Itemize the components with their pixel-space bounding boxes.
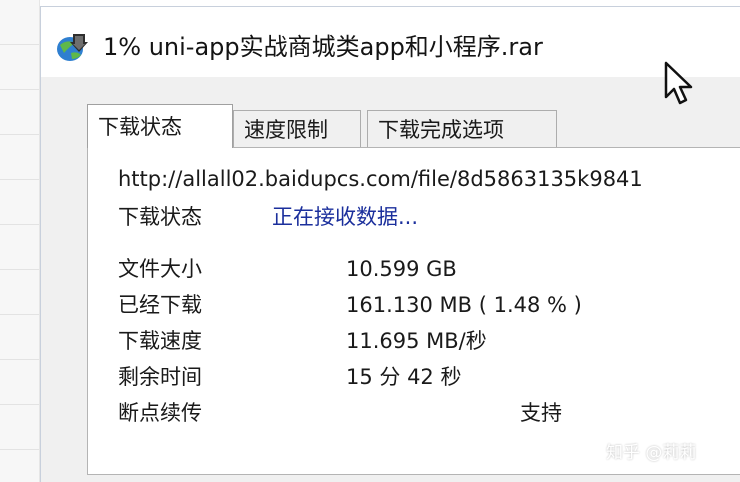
watermark: 知乎 @莉莉	[606, 443, 697, 463]
speed-value: 11.695 MB/秒	[346, 329, 487, 353]
downloaded-value: 161.130 MB ( 1.48 % )	[346, 293, 582, 317]
download-url: http://allall02.baidupcs.com/file/8d5863…	[118, 167, 643, 191]
resume-label: 断点续传	[118, 401, 202, 425]
time-left-label: 剩余时间	[118, 365, 202, 389]
tab-speed-limit[interactable]: 速度限制	[233, 110, 361, 148]
speed-label: 下载速度	[118, 329, 202, 353]
dialog-body: 下载状态 速度限制 下载完成选项 http://allall02.baidupc…	[41, 77, 740, 482]
file-size-label: 文件大小	[118, 257, 202, 281]
background-spreadsheet-strip	[0, 0, 40, 482]
status-label: 下载状态	[118, 205, 202, 229]
tab-completion-options[interactable]: 下载完成选项	[367, 110, 557, 148]
window-title: 1% uni-app实战商城类app和小程序.rar	[103, 33, 543, 61]
resume-value: 支持	[520, 401, 562, 425]
tab-strip: 下载状态 速度限制 下载完成选项	[87, 104, 740, 148]
title-bar[interactable]: 1% uni-app实战商城类app和小程序.rar	[41, 7, 740, 77]
downloaded-label: 已经下载	[118, 293, 202, 317]
mouse-cursor-icon	[664, 61, 693, 105]
file-size-value: 10.599 GB	[346, 257, 457, 281]
idm-globe-icon	[57, 34, 88, 61]
status-value: 正在接收数据...	[272, 205, 419, 229]
time-left-value: 15 分 42 秒	[346, 365, 462, 389]
status-panel: http://allall02.baidupcs.com/file/8d5863…	[87, 147, 740, 475]
download-dialog: 1% uni-app实战商城类app和小程序.rar 下载状态 速度限制 下载完…	[40, 6, 740, 482]
tab-download-status[interactable]: 下载状态	[87, 104, 233, 148]
